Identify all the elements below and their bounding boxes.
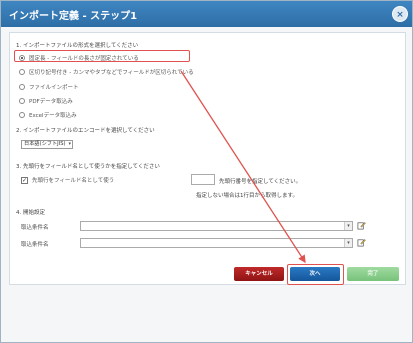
import-definition-dialog: インポート定義 - ステップ1 × 1. インポートファイルの形式を選択してくだ…: [0, 0, 413, 343]
option-pdf-label: PDFデータ取込み: [29, 99, 73, 105]
dialog-title: インポート定義 - ステップ1: [9, 10, 138, 22]
radio-icon[interactable]: [19, 69, 25, 75]
edit-icon[interactable]: [357, 238, 366, 247]
option-delimited[interactable]: 区切り記号付き - カンマやタブなどでフィールドが区切られている: [19, 68, 194, 76]
import-condition-select-2[interactable]: ▾: [80, 238, 353, 248]
header-row-checkbox-row[interactable]: ✓ 先頭行をフィールド名として使う: [21, 176, 114, 184]
close-icon[interactable]: ×: [392, 6, 408, 22]
section1-title: 1. インポートファイルの形式を選択してください: [16, 43, 139, 49]
import-condition-label-1: 取込条件名: [21, 225, 49, 231]
dialog-body: 1. インポートファイルの形式を選択してください 固定長 - フィールドの長さが…: [9, 32, 406, 285]
chevron-down-icon: ▾: [344, 239, 352, 247]
option-pdf[interactable]: PDFデータ取込み: [19, 97, 73, 105]
cancel-button[interactable]: キャンセル: [234, 267, 284, 281]
option-file-import[interactable]: ファイルインポート: [19, 83, 79, 91]
dialog-titlebar: インポート定義 - ステップ1 ×: [1, 1, 412, 27]
option-file-import-label: ファイルインポート: [29, 85, 79, 91]
header-row-checkbox-label: 先頭行をフィールド名として使う: [32, 178, 115, 184]
encoding-select[interactable]: 日本語(シフトJIS) ▾: [21, 140, 73, 149]
import-condition-select-1[interactable]: ▾: [80, 221, 353, 231]
chevron-down-icon: ▾: [344, 222, 352, 230]
section3-title: 3. 先頭行をフィールド名として使うかを指定してください: [16, 164, 160, 170]
edit-icon[interactable]: [357, 221, 366, 230]
encoding-value: 日本語(シフトJIS): [24, 141, 66, 147]
option-excel[interactable]: Excelデータ取込み: [19, 111, 77, 119]
chevron-down-icon: ▾: [68, 141, 71, 147]
option-excel-label: Excelデータ取込み: [29, 113, 77, 119]
section4-title: 4. 開始設定: [16, 210, 45, 216]
option-delimited-label: 区切り記号付き - カンマやタブなどでフィールドが区切られている: [29, 70, 194, 76]
header-row-default-note: 指定しない場合は1行目から取得します。: [196, 193, 298, 199]
radio-icon[interactable]: [19, 84, 25, 90]
next-button-highlight: [287, 264, 344, 285]
section2-title: 2. インポートファイルのエンコードを選択してください: [16, 128, 155, 134]
header-row-note: 先頭行番号を指定してください。: [219, 179, 302, 185]
selected-option-highlight: [14, 50, 190, 62]
finish-button[interactable]: 完了: [347, 267, 399, 281]
radio-icon[interactable]: [19, 112, 25, 118]
import-condition-label-2: 取込条件名: [21, 242, 49, 248]
header-row-number-input[interactable]: [191, 174, 215, 185]
checkbox-checked-icon[interactable]: ✓: [21, 176, 28, 184]
radio-icon[interactable]: [19, 98, 25, 104]
